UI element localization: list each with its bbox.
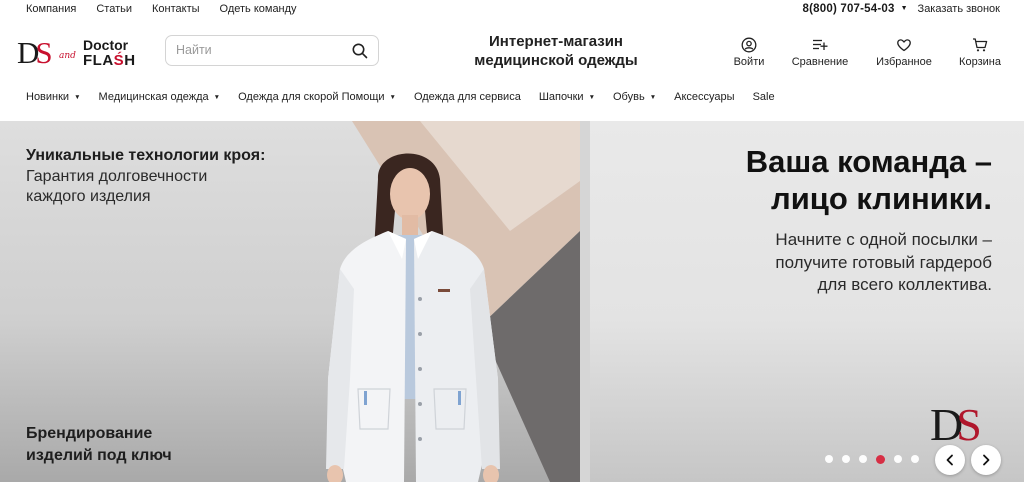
store-tagline: Интернет-магазин медицинской одежды xyxy=(456,32,656,70)
logo-and: and xyxy=(59,51,76,61)
nav-item-new[interactable]: Новинки ▼ xyxy=(26,91,81,103)
chevron-down-icon: ▼ xyxy=(588,94,595,101)
logo-doctor: Doctor xyxy=(83,37,129,53)
banner-left-bottom-line-2: изделий под ключ xyxy=(26,447,172,464)
chevron-down-icon: ▼ xyxy=(213,94,221,101)
nav-label: Sale xyxy=(752,91,775,103)
chevron-down-icon: ▼ xyxy=(649,94,657,101)
chevron-left-icon xyxy=(946,454,953,466)
favorites-button[interactable]: Избранное xyxy=(872,37,936,68)
callback-link[interactable]: Заказать звонок xyxy=(918,3,1000,15)
tagline-line-1: Интернет-магазин xyxy=(489,33,623,50)
search-input[interactable] xyxy=(176,43,346,57)
banner-left-bottom: Брендирование изделий под ключ xyxy=(26,423,226,467)
nav-item-shoes[interactable]: Обувь ▼ xyxy=(613,91,656,103)
compare-button[interactable]: Сравнение xyxy=(786,37,854,68)
slider-dots xyxy=(825,454,919,464)
nav-item-accessories[interactable]: Аксессуары xyxy=(674,91,734,103)
nav-item-medical-clothing[interactable]: Медицинская одежда ▼ xyxy=(99,91,221,103)
compare-list-icon xyxy=(813,39,828,50)
top-link-contacts[interactable]: Контакты xyxy=(152,3,200,15)
top-link-dress-team[interactable]: Одеть команду xyxy=(220,3,297,15)
login-label: Войти xyxy=(733,56,765,68)
slider-dot[interactable] xyxy=(825,455,833,463)
logo-ds-mark: DS xyxy=(17,35,53,70)
banner-left-subtitle: Гарантия долговечности каждого изделия xyxy=(26,167,266,207)
slider-next-button[interactable] xyxy=(971,445,1001,475)
favorites-label: Избранное xyxy=(876,56,932,68)
slider-dot[interactable] xyxy=(911,455,919,463)
nav-item-ambulance-clothing[interactable]: Одежда для скорой Помощи ▼ xyxy=(238,91,396,103)
slider-dot[interactable] xyxy=(842,455,850,463)
banner-right-title: Ваша команда – лицо клиники. xyxy=(672,143,992,217)
top-links: Компания Статьи Контакты Одеть команду xyxy=(26,3,317,15)
banner-right-sub-line-1: Начните с одной посылки – xyxy=(775,230,992,249)
banner-left-title: Уникальные технологии кроя: xyxy=(26,147,266,164)
top-link-articles[interactable]: Статьи xyxy=(96,3,132,15)
nav-item-sale[interactable]: Sale xyxy=(753,91,775,103)
top-bar: Компания Статьи Контакты Одеть команду 8… xyxy=(0,0,1024,20)
nav-label: Шапочки xyxy=(538,91,584,103)
banner-right-sub-line-3: для всего коллектива. xyxy=(817,275,993,294)
slider-prev-button[interactable] xyxy=(935,445,965,475)
nav-label: Одежда для сервиса xyxy=(413,91,521,103)
search-box xyxy=(165,35,379,66)
nav-label: Аксессуары xyxy=(674,91,735,103)
tagline-line-2: медицинской одежды xyxy=(474,52,638,69)
slider-dot[interactable] xyxy=(859,455,867,463)
nav-label: Медицинская одежда xyxy=(98,91,209,103)
top-link-company[interactable]: Компания xyxy=(26,3,76,15)
user-icon xyxy=(741,37,757,53)
banner-right-title-line-2: лицо клиники. xyxy=(771,181,992,216)
main-nav: Новинки ▼ Медицинская одежда ▼ Одежда для … xyxy=(26,91,793,103)
banner-right-subtitle: Начните с одной посылки – получите готов… xyxy=(672,229,992,297)
top-contacts: 8(800) 707-54-03 ▼ Заказать звонок xyxy=(803,3,1000,15)
chevron-down-icon: ▼ xyxy=(389,94,396,101)
chevron-down-icon: ▼ xyxy=(74,94,81,101)
phone-number[interactable]: 8(800) 707-54-03 xyxy=(803,3,895,15)
nav-label: Одежда для скорой Помощи xyxy=(238,91,385,103)
model-photo xyxy=(326,153,500,482)
chevron-right-icon xyxy=(983,454,990,466)
banner-right-sub-line-2: получите готовый гардероб xyxy=(775,252,992,272)
logo-flash: FLAŚH xyxy=(83,52,136,69)
cart-label: Корзина xyxy=(959,56,1001,68)
cart-icon xyxy=(973,38,988,52)
cart-button[interactable]: Корзина xyxy=(954,37,1006,68)
header: DS and Doctor FLAŚH Интернет-магазин мед… xyxy=(0,20,1024,84)
slider-dot[interactable] xyxy=(894,455,902,463)
banner-left-bottom-line-1: Брендирование xyxy=(26,425,153,442)
search-icon[interactable] xyxy=(351,42,369,60)
compare-label: Сравнение xyxy=(791,56,849,68)
phone-dropdown-icon[interactable]: ▼ xyxy=(901,5,908,12)
slider-dot-active[interactable] xyxy=(876,454,885,464)
banner-right-title-line-1: Ваша команда – xyxy=(745,144,992,179)
banner-left-sub-line-2: каждого изделия xyxy=(26,188,151,205)
nav-item-caps[interactable]: Шапочки ▼ xyxy=(539,91,595,103)
banner-logo-ds: DS xyxy=(930,399,982,450)
heart-icon xyxy=(897,39,911,52)
banner-left-sub-line-1: Гарантия долговечности xyxy=(26,168,208,185)
nav-label: Обувь xyxy=(613,91,645,103)
nav-label: Новинки xyxy=(26,91,70,103)
site-logo[interactable]: DS and Doctor FLAŚH xyxy=(17,35,142,70)
nav-item-service-clothing[interactable]: Одежда для сервиса xyxy=(414,91,521,103)
login-button[interactable]: Войти xyxy=(726,37,772,68)
hero-banner[interactable]: Уникальные технологии кроя: Гарантия дол… xyxy=(0,121,1024,482)
